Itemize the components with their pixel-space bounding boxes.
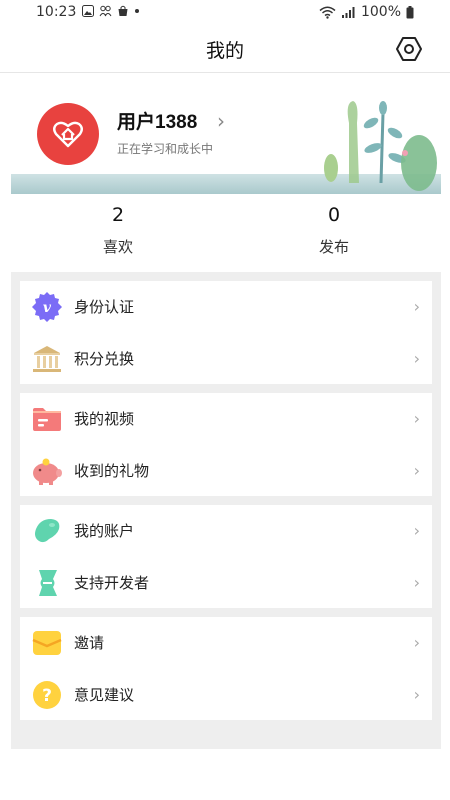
battery-percent: 100% <box>360 4 401 20</box>
menu-item-identity[interactable]: v 身份认证 › <box>20 281 432 332</box>
menu-item-label: 我的视频 <box>74 410 135 428</box>
stats-row: 2 喜欢 0 发布 <box>0 204 450 270</box>
status-bar: 10:23 100% <box>0 0 450 26</box>
likes-label: 喜欢 <box>102 238 133 256</box>
menu-item-feedback[interactable]: ? 意见建议 › <box>20 669 432 720</box>
battery-icon <box>406 5 414 18</box>
menu-panel: v 身份认证 › 积分兑换 › 我的视频 › 收到的礼物 › 我的账户 › 支持… <box>11 272 441 749</box>
vimeo-icon: v <box>30 290 64 324</box>
chevron-right-icon: › <box>413 685 420 704</box>
status-time: 10:23 <box>36 4 77 20</box>
menu-item-label: 我的账户 <box>74 522 135 540</box>
chevron-right-icon: › <box>413 461 420 480</box>
menu-item-label: 收到的礼物 <box>74 462 150 480</box>
dot-icon <box>135 9 139 13</box>
menu-group-4: 邀请 › ? 意见建议 › <box>20 617 432 720</box>
stat-likes[interactable]: 2 喜欢 <box>58 204 178 257</box>
piggy-bank-icon <box>30 454 64 488</box>
menu-item-label: 意见建议 <box>74 686 135 704</box>
username: 用户1388 <box>117 112 198 133</box>
settings-icon[interactable] <box>396 36 422 62</box>
cactus-illustration <box>324 101 437 191</box>
menu-group-1: v 身份认证 › 积分兑换 › <box>20 281 432 384</box>
chevron-right-icon: › <box>413 573 420 592</box>
menu-item-label: 积分兑换 <box>74 350 135 368</box>
posts-label: 发布 <box>318 238 349 256</box>
chevron-right-icon: › <box>413 521 420 540</box>
svg-text:v: v <box>43 300 52 316</box>
svg-text:?: ? <box>42 686 52 706</box>
menu-item-label: 邀请 <box>74 634 105 652</box>
menu-item-label: 支持开发者 <box>74 574 150 592</box>
menu-item-points[interactable]: 积分兑换 › <box>20 333 432 384</box>
bean-icon <box>30 514 64 548</box>
page-title: 我的 <box>205 40 244 62</box>
profile-card[interactable]: 用户1388 › 正在学习和成长中 <box>11 73 441 194</box>
heart-home-icon <box>53 121 83 148</box>
bag-icon <box>118 5 128 16</box>
stat-posts[interactable]: 0 发布 <box>274 204 394 257</box>
ticket-icon <box>30 566 64 600</box>
posts-count: 0 <box>327 204 341 226</box>
folder-icon <box>30 402 64 436</box>
menu-item-account[interactable]: 我的账户 › <box>20 505 432 556</box>
menu-group-2: 我的视频 › 收到的礼物 › <box>20 393 432 496</box>
chevron-right-icon: › <box>413 297 420 316</box>
chevron-right-icon: › <box>413 633 420 652</box>
menu-item-support-dev[interactable]: 支持开发者 › <box>20 557 432 608</box>
signal-icon <box>341 7 355 18</box>
chevron-right-icon: › <box>413 349 420 368</box>
question-icon: ? <box>30 678 64 712</box>
people-icon <box>99 5 112 17</box>
profile-chevron-right-icon[interactable]: › <box>217 109 225 133</box>
profile-subtitle: 正在学习和成长中 <box>117 142 214 156</box>
menu-item-videos[interactable]: 我的视频 › <box>20 393 432 444</box>
menu-item-gifts[interactable]: 收到的礼物 › <box>20 445 432 496</box>
menu-item-invite[interactable]: 邀请 › <box>20 617 432 668</box>
bank-icon <box>30 342 64 376</box>
avatar[interactable] <box>37 103 99 165</box>
wifi-icon <box>319 6 336 19</box>
chevron-right-icon: › <box>413 409 420 428</box>
page-header: 我的 <box>0 26 450 73</box>
notification-icons <box>82 5 140 17</box>
menu-group-3: 我的账户 › 支持开发者 › <box>20 505 432 608</box>
image-icon <box>82 5 94 17</box>
likes-count: 2 <box>111 204 125 226</box>
mail-icon <box>30 626 64 660</box>
menu-item-label: 身份认证 <box>74 298 135 316</box>
